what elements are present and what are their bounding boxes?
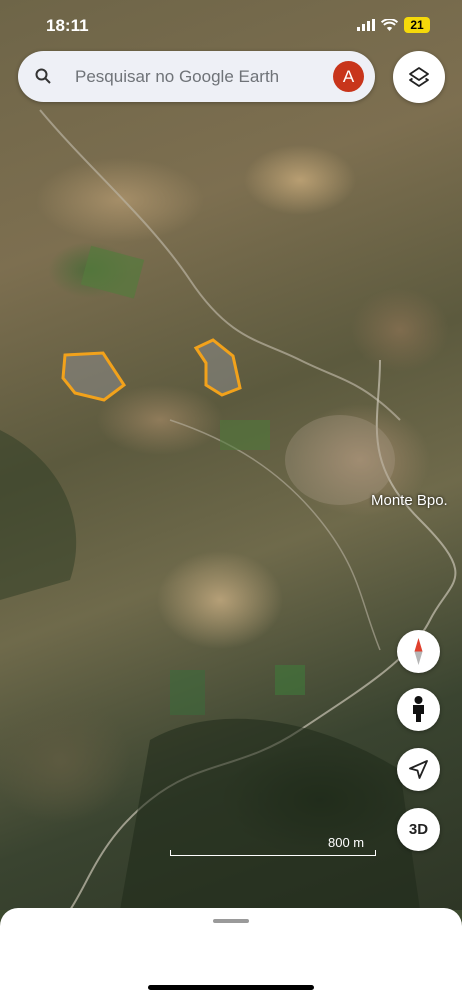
selected-area-1 [61,351,127,402]
account-avatar[interactable]: A [333,61,364,92]
scale-label: 800 m [328,835,365,850]
scale-bar [170,850,376,856]
home-indicator [148,985,314,990]
status-time: 18:11 [46,16,89,35]
drag-handle[interactable] [213,919,249,923]
battery-icon: 21 [404,17,430,33]
search-icon [35,68,51,84]
forest-area [0,430,77,600]
field [80,245,145,299]
cellular-signal-icon [357,19,375,31]
layers-icon [409,67,429,87]
wifi-icon [381,18,398,31]
navigation-arrow-icon [409,760,428,779]
map-overlay [0,109,457,910]
satellite-map[interactable] [0,0,462,910]
search-bar[interactable]: A [18,51,375,102]
search-input[interactable] [73,61,317,93]
status-bar: 18:11 21 [0,14,462,38]
pegman-icon [413,696,424,722]
field [220,420,270,450]
layers-button[interactable] [393,51,445,103]
compass-button[interactable] [397,630,440,673]
my-location-button[interactable] [397,748,440,791]
forest-area [120,718,420,910]
3d-label: 3D [408,821,429,838]
street-view-button[interactable] [397,688,440,731]
field [275,665,305,695]
selected-area-2 [193,338,242,397]
field [170,670,205,715]
bottom-sheet[interactable] [0,908,462,999]
compass-icon [414,638,423,665]
place-label: Monte Bpo. [371,492,448,509]
3d-button[interactable]: 3D [397,808,440,851]
